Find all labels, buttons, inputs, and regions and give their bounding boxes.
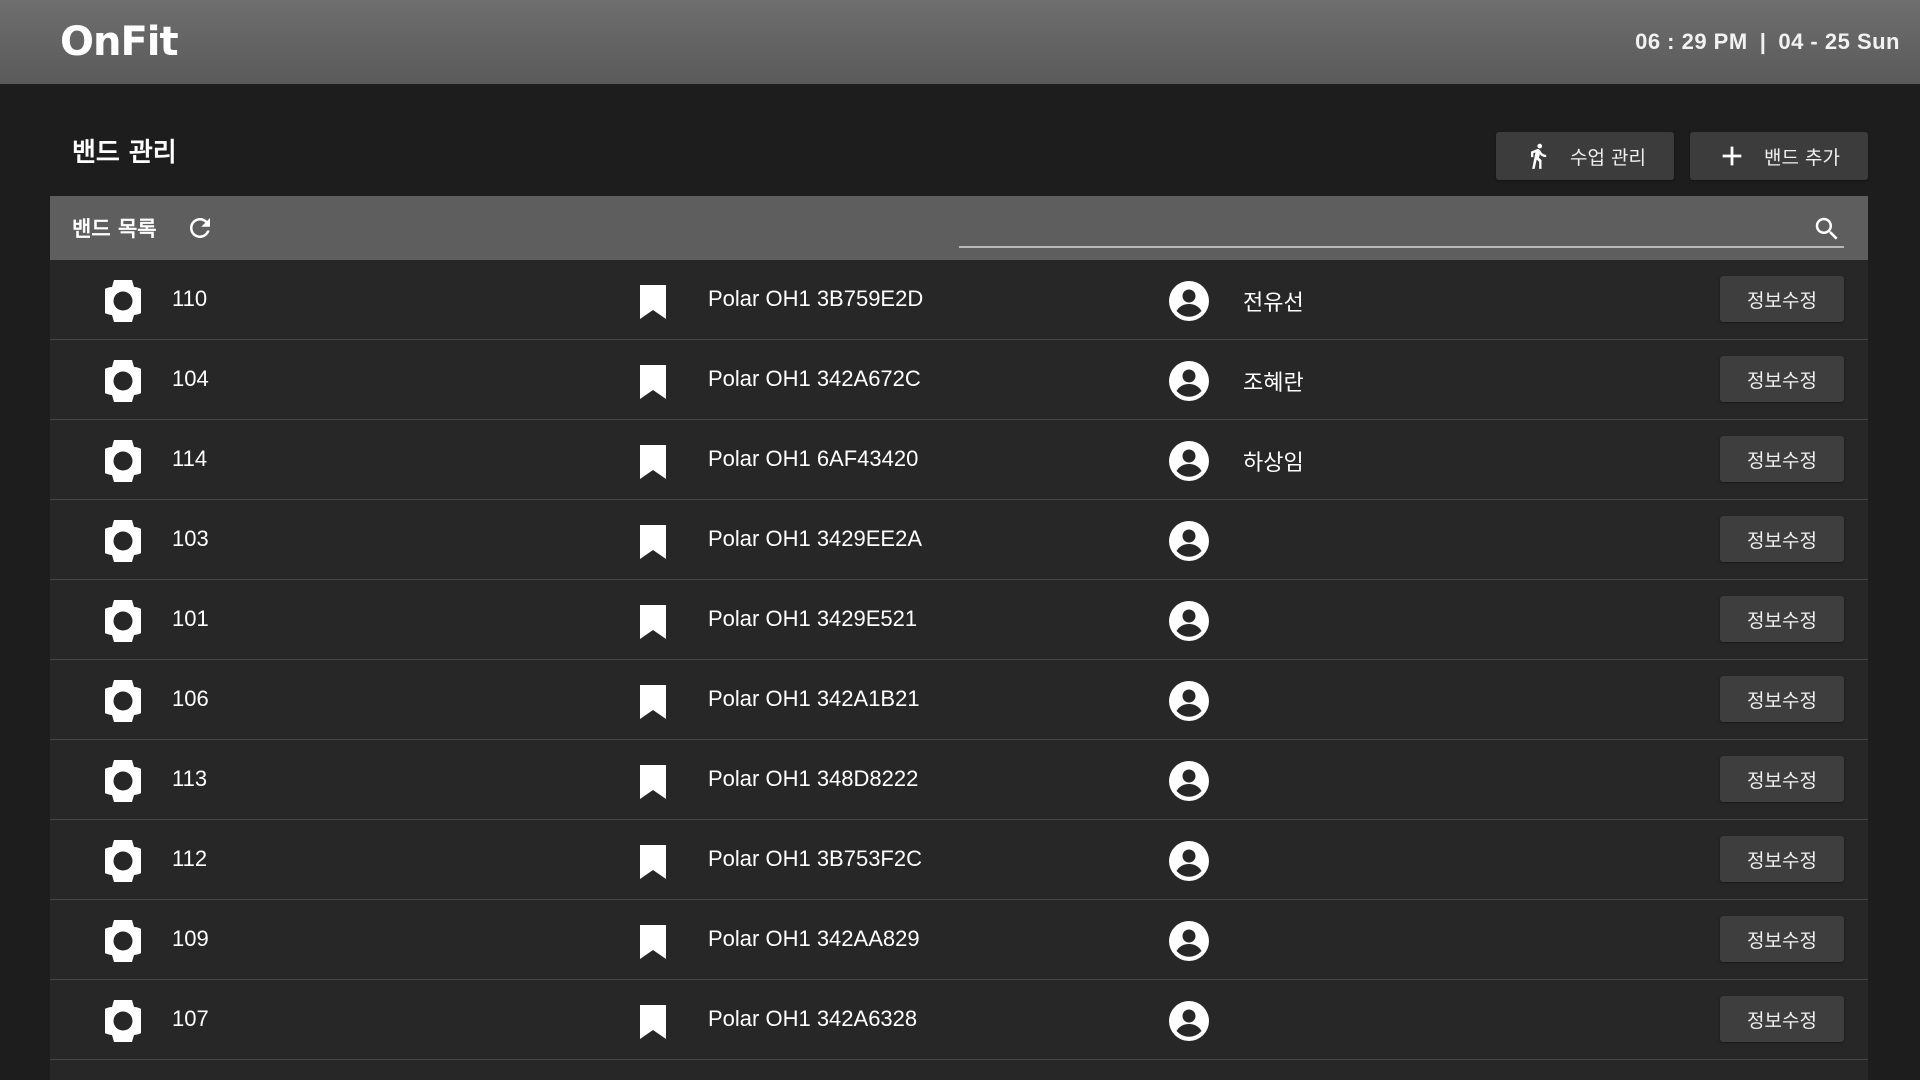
edit-info-button[interactable]: 정보수정: [1720, 516, 1844, 562]
add-band-button[interactable]: 밴드 추가: [1690, 132, 1868, 180]
band-number: 107: [172, 1006, 209, 1031]
refresh-icon[interactable]: [185, 213, 215, 243]
user-name: 전유선: [1243, 291, 1304, 316]
plus-icon: [1722, 146, 1742, 166]
clock-date: 04 - 25 Sun: [1778, 29, 1900, 54]
device-name: Polar OH1 6AF43420: [708, 446, 919, 471]
person-icon: [1169, 361, 1209, 401]
watch-icon: [105, 1000, 141, 1042]
header-buttons: 수업 관리 밴드 추가: [1496, 132, 1868, 180]
watch-icon: [105, 440, 141, 482]
watch-icon: [105, 600, 141, 642]
running-person-icon: [1531, 143, 1547, 169]
person-icon: [1169, 921, 1209, 961]
bookmark-icon: [640, 525, 666, 559]
band-list-panel: 밴드 목록 110 Polar OH1 3B759E2D 전유선 정보수정 10…: [50, 196, 1868, 1080]
table-row: 110 Polar OH1 3B759E2D 전유선 정보수정: [50, 260, 1868, 340]
band-number: 104: [172, 366, 209, 391]
person-icon: [1169, 601, 1209, 641]
watch-icon: [105, 360, 141, 402]
watch-icon: [105, 280, 141, 322]
person-icon: [1169, 521, 1209, 561]
bookmark-icon: [640, 605, 666, 639]
watch-icon: [105, 520, 141, 562]
device-name: Polar OH1 3429EE2A: [708, 526, 923, 551]
table-row: 101 Polar OH1 3429E521 정보수정: [50, 580, 1868, 660]
device-name: Polar OH1 342A672C: [708, 366, 921, 391]
watch-icon: [105, 840, 141, 882]
watch-icon: [105, 680, 141, 722]
page-title: 밴드 관리: [72, 138, 177, 168]
class-manage-label: 수업 관리: [1570, 146, 1646, 169]
band-list-title: 밴드 목록: [72, 217, 157, 241]
band-number: 110: [172, 286, 208, 311]
device-name: Polar OH1 3B753F2C: [708, 846, 922, 871]
band-number: 101: [172, 606, 209, 631]
clock-separator: |: [1759, 29, 1767, 54]
edit-info-button[interactable]: 정보수정: [1720, 356, 1844, 402]
bookmark-icon: [640, 365, 666, 399]
device-name: Polar OH1 348D8222: [708, 766, 919, 791]
watch-icon: [105, 920, 141, 962]
table-row: 106 Polar OH1 342A1B21 정보수정: [50, 660, 1868, 740]
device-name: Polar OH1 3B759E2D: [708, 286, 924, 311]
app-logo: OnFit: [60, 19, 179, 65]
band-number: 113: [172, 766, 208, 791]
edit-info-button[interactable]: 정보수정: [1720, 596, 1844, 642]
band-number: 109: [172, 926, 209, 951]
edit-info-button[interactable]: 정보수정: [1720, 756, 1844, 802]
bookmark-icon: [640, 285, 666, 319]
watch-icon: [105, 760, 141, 802]
table-row: 112 Polar OH1 3B753F2C 정보수정: [50, 820, 1868, 900]
bookmark-icon: [640, 845, 666, 879]
top-bar: OnFit 06 : 29 PM | 04 - 25 Sun: [0, 0, 1920, 84]
device-name: Polar OH1 342AA829: [708, 926, 920, 951]
user-name: 하상임: [1243, 451, 1304, 476]
edit-info-button[interactable]: 정보수정: [1720, 276, 1844, 322]
table-row: 107 Polar OH1 342A6328 정보수정: [50, 980, 1868, 1060]
class-manage-button[interactable]: 수업 관리: [1496, 132, 1674, 180]
person-icon: [1169, 1001, 1209, 1041]
edit-info-button[interactable]: 정보수정: [1720, 436, 1844, 482]
person-icon: [1169, 761, 1209, 801]
band-number: 112: [172, 846, 208, 871]
device-name: Polar OH1 342A6328: [708, 1006, 918, 1031]
band-number: 103: [172, 526, 209, 551]
band-list: 110 Polar OH1 3B759E2D 전유선 정보수정 104 Pola…: [50, 260, 1868, 1060]
device-name: Polar OH1 342A1B21: [708, 686, 920, 711]
page-header: 밴드 관리 수업 관리 밴드 추가: [50, 120, 1868, 186]
edit-info-button[interactable]: 정보수정: [1720, 996, 1844, 1042]
user-name: 조혜란: [1243, 371, 1304, 396]
search-icon[interactable]: [1812, 214, 1842, 244]
bookmark-icon: [640, 1005, 666, 1039]
table-row: 103 Polar OH1 3429EE2A 정보수정: [50, 500, 1868, 580]
bookmark-icon: [640, 685, 666, 719]
band-number: 114: [172, 446, 208, 471]
table-row: 104 Polar OH1 342A672C 조혜란 정보수정: [50, 340, 1868, 420]
device-name: Polar OH1 3429E521: [708, 606, 918, 631]
search-input[interactable]: [959, 210, 1789, 246]
person-icon: [1169, 441, 1209, 481]
add-band-label: 밴드 추가: [1764, 146, 1840, 169]
clock-time: 06 : 29 PM: [1635, 29, 1748, 54]
edit-info-button[interactable]: 정보수정: [1720, 676, 1844, 722]
bookmark-icon: [640, 925, 666, 959]
table-row: 109 Polar OH1 342AA829 정보수정: [50, 900, 1868, 980]
bookmark-icon: [640, 445, 666, 479]
band-number: 106: [172, 686, 209, 711]
person-icon: [1169, 841, 1209, 881]
edit-info-button[interactable]: 정보수정: [1720, 836, 1844, 882]
table-row: 113 Polar OH1 348D8222 정보수정: [50, 740, 1868, 820]
clock: 06 : 29 PM | 04 - 25 Sun: [1635, 29, 1900, 55]
person-icon: [1169, 681, 1209, 721]
person-icon: [1169, 281, 1209, 321]
search-field: [959, 210, 1844, 248]
band-list-header: 밴드 목록: [50, 196, 1868, 260]
bookmark-icon: [640, 765, 666, 799]
table-row: 114 Polar OH1 6AF43420 하상임 정보수정: [50, 420, 1868, 500]
edit-info-button[interactable]: 정보수정: [1720, 916, 1844, 962]
